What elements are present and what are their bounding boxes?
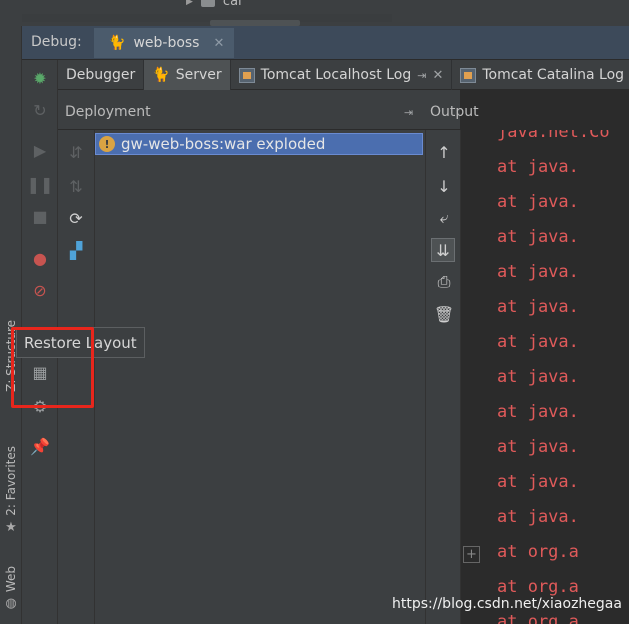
warning-icon: ! <box>99 136 115 152</box>
debug-tab-row: Debugger 🐈 Server Tomcat Localhost Log ⇥… <box>58 60 629 90</box>
bug-icon[interactable]: ✹ <box>30 68 50 88</box>
tab-label: Server <box>175 67 222 83</box>
project-tree-strip: ▶ cal <box>0 0 629 26</box>
pin-icon[interactable]: 📌 <box>30 436 50 456</box>
console-line: at java. <box>497 227 579 247</box>
console-line: at java. <box>497 192 579 212</box>
close-icon[interactable]: ✕ <box>432 68 443 83</box>
watermark: https://blog.csdn.net/xiaozhegaa <box>392 596 622 612</box>
rerun-icon[interactable]: ↻ <box>30 100 50 120</box>
fold-icon[interactable]: + <box>463 546 480 563</box>
console-line: java.net.Co <box>497 130 610 142</box>
debug-header: Debug: 🐈 web-boss ✕ <box>22 26 629 60</box>
mute-breakpoints-icon[interactable]: ⊘ <box>30 280 50 300</box>
tomcat-cat-icon: 🐈 <box>108 35 126 51</box>
scroll-up-icon[interactable]: ↑ <box>434 142 454 162</box>
console-line: at org.a <box>497 612 579 624</box>
tree-item-label: cal <box>222 0 242 9</box>
log-file-icon <box>460 67 477 83</box>
close-icon[interactable]: ✕ <box>213 36 224 51</box>
output-actions: ↑ ↓ ⤶ ⇊ ⎙ 🗑 <box>425 130 461 624</box>
tree-row[interactable]: ▶ cal <box>186 0 242 9</box>
deployment-header: Deployment ⇥ Output <box>58 90 479 130</box>
deployment-list: ! gw-web-boss:war exploded <box>95 130 425 624</box>
soft-wrap-icon[interactable]: ⤶ <box>434 208 454 228</box>
highlight-box <box>11 327 94 408</box>
clear-icon[interactable]: 🗑 <box>434 304 454 324</box>
console-line: at java. <box>497 472 579 492</box>
print-icon[interactable]: ⎙ <box>434 272 454 292</box>
tab-label: Tomcat Localhost Log <box>260 67 412 83</box>
resume-icon[interactable]: ▶ <box>30 140 50 160</box>
tab-label: Tomcat Catalina Log <box>482 67 625 83</box>
deployment-item-label: gw-web-boss:war exploded <box>121 135 326 153</box>
console-line: at java. <box>497 297 579 317</box>
tab-debugger[interactable]: Debugger <box>58 60 145 90</box>
tab-tomcat-catalina-log[interactable]: Tomcat Catalina Log ⇥ <box>452 60 629 90</box>
console-line: at java. <box>497 332 579 352</box>
debug-label: Debug: <box>31 34 82 50</box>
deployment-title: Deployment <box>65 104 151 120</box>
debug-session-label: web-boss <box>133 35 200 51</box>
log-file-icon <box>238 67 255 83</box>
globe-icon: ◍ <box>5 596 17 612</box>
console-output[interactable]: java.net.Co at java. at java. at java. a… <box>461 130 629 624</box>
expand-arrow-icon[interactable]: ▶ <box>186 0 193 7</box>
artifact-icon[interactable]: ▞ <box>66 240 86 260</box>
folder-icon <box>200 0 215 7</box>
console-line: at org.a <box>497 577 579 597</box>
web-tab-label: Web <box>4 566 18 593</box>
view-breakpoints-icon[interactable]: ● <box>30 248 50 268</box>
tab-tomcat-localhost-log[interactable]: Tomcat Localhost Log ⇥ ✕ <box>231 60 453 90</box>
console-line: at java. <box>497 262 579 282</box>
refresh-icon[interactable]: ⟳ <box>66 208 86 228</box>
console-line: at java. <box>497 157 579 177</box>
output-title: Output <box>430 104 479 120</box>
pause-icon[interactable]: ❚❚ <box>27 174 54 194</box>
console-line: at java. <box>497 402 579 422</box>
tab-label: Debugger <box>66 67 136 83</box>
scroll-to-end-icon[interactable]: ⇊ <box>431 238 455 262</box>
star-icon: ★ <box>5 519 17 535</box>
favorites-tab-label: 2: Favorites <box>4 446 18 516</box>
pin-icon[interactable]: ⇥ <box>404 106 413 119</box>
console-line: at java. <box>497 367 579 387</box>
tree-scroll-area <box>22 14 392 22</box>
web-tab[interactable]: Web ◍ <box>0 566 22 611</box>
favorites-tab[interactable]: 2: Favorites ★ <box>0 446 22 535</box>
left-tool-strip: Z: Structure 2: Favorites ★ Web ◍ <box>0 26 22 624</box>
undeploy-icon[interactable]: ⇅ <box>66 176 86 196</box>
pin-icon[interactable]: ⇥ <box>417 69 426 82</box>
deploy-icon[interactable]: ⇵ <box>66 142 86 162</box>
console-line: at java. <box>497 437 579 457</box>
list-item[interactable]: ! gw-web-boss:war exploded <box>95 133 423 155</box>
debug-session-tab[interactable]: 🐈 web-boss ✕ <box>94 28 234 58</box>
console-line: at org.a <box>497 542 579 562</box>
tab-server[interactable]: 🐈 Server <box>144 60 231 90</box>
console-line: at java. <box>497 507 579 527</box>
scroll-down-icon[interactable]: ↓ <box>434 176 454 196</box>
tomcat-cat-icon: 🐈 <box>152 67 170 83</box>
stop-icon[interactable]: ■ <box>30 206 50 226</box>
